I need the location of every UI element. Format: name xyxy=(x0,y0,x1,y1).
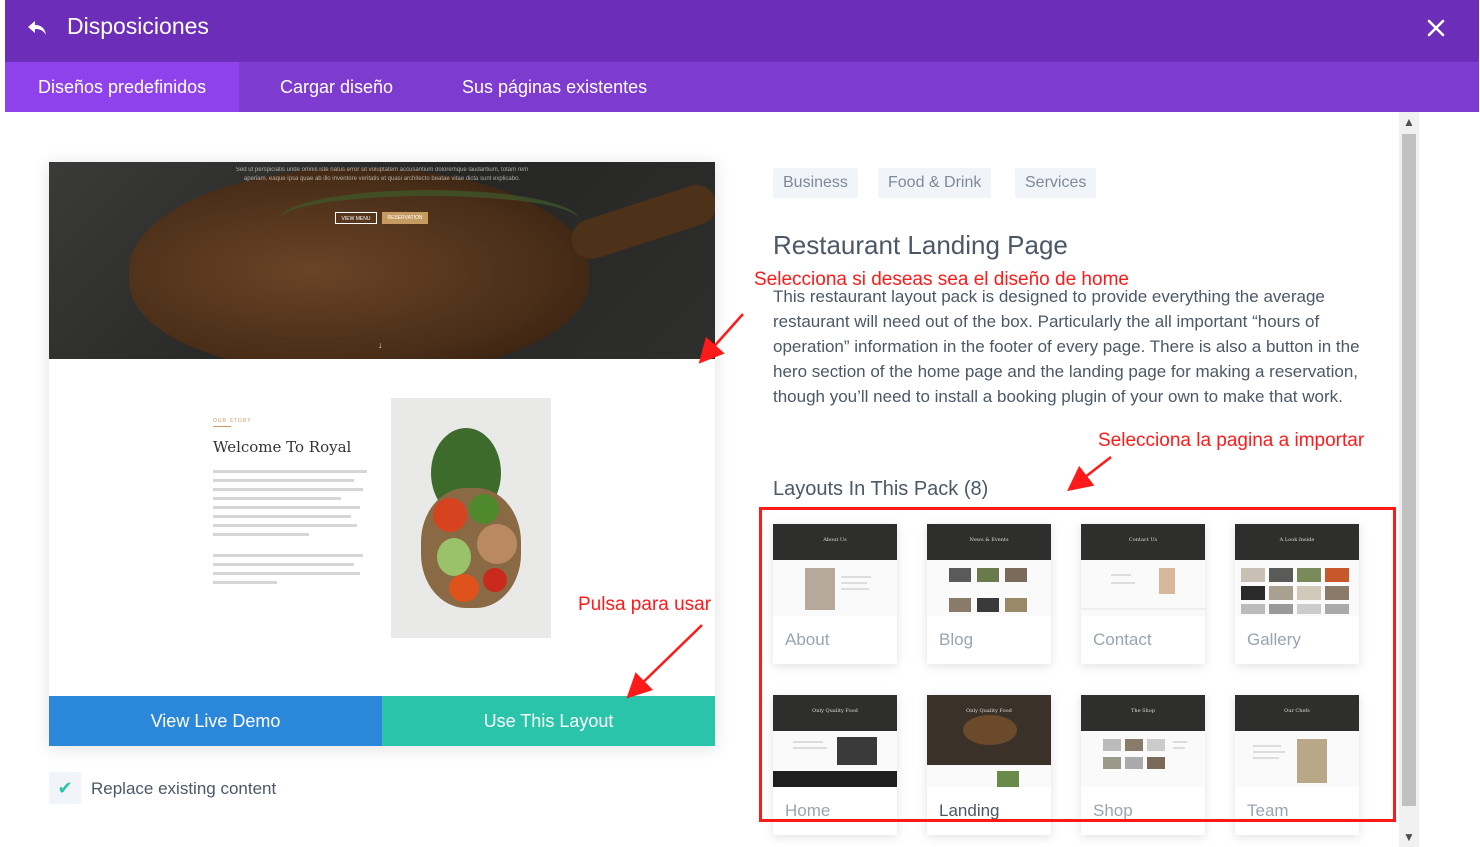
replace-content-label: Replace existing content xyxy=(91,779,277,798)
tag-food-drink[interactable]: Food & Drink xyxy=(878,168,992,198)
tab-bar: Diseños predefinidos Cargar diseño Sus p… xyxy=(5,62,1479,112)
replace-content-checkbox[interactable]: ✔ xyxy=(49,772,81,804)
herb-image xyxy=(279,190,579,250)
undo-arrow-icon[interactable] xyxy=(23,14,53,44)
down-arrow-icon: ↓ xyxy=(378,340,383,350)
layouts-modal: Disposiciones Diseños predefinidos Carga… xyxy=(5,0,1479,847)
tab-predefined-layouts[interactable]: Diseños predefinidos xyxy=(5,62,240,112)
preview-actions: View Live Demo Use This Layout xyxy=(49,696,715,746)
close-icon[interactable] xyxy=(1421,13,1451,43)
board-handle-image xyxy=(566,179,715,265)
layout-description: This restaurant layout pack is designed … xyxy=(773,287,1360,406)
modal-title: Disposiciones xyxy=(67,13,209,39)
annotation-home: Selecciona si deseas sea el diseño de ho… xyxy=(754,269,1129,290)
story-title: Welcome To Royal xyxy=(213,438,352,456)
checkmark-icon: ✔ xyxy=(57,778,73,798)
tag-services[interactable]: Services xyxy=(1015,168,1097,198)
scroll-up-arrow-icon[interactable]: ▲ xyxy=(1399,112,1419,132)
modal-content: Sed ut perspiciatis unde omnis iste natu… xyxy=(5,112,1479,847)
tab-load-layout[interactable]: Cargar diseño xyxy=(247,62,426,112)
layout-preview: Sed ut perspiciatis unde omnis iste natu… xyxy=(49,162,715,746)
scroll-down-arrow-icon[interactable]: ▼ xyxy=(1399,827,1419,847)
layout-title: Restaurant Landing Page xyxy=(773,230,1068,260)
annotation-import: Selecciona la pagina a importar xyxy=(1098,430,1365,451)
vegetable-basket-image xyxy=(391,398,551,638)
view-live-demo-button[interactable]: View Live Demo xyxy=(49,696,382,746)
hero-view-menu-button: VIEW MENU xyxy=(335,212,377,224)
story-body-text xyxy=(213,470,373,590)
annotation-use: Pulsa para usar xyxy=(578,594,712,615)
preview-hero: Sed ut perspiciatis unde omnis iste natu… xyxy=(49,162,715,359)
pack-title: Layouts In This Pack (8) xyxy=(773,478,989,500)
hero-text: Sed ut perspiciatis unde omnis iste natu… xyxy=(235,167,529,182)
modal-header: Disposiciones xyxy=(5,0,1479,62)
layouts-highlight-box xyxy=(759,507,1396,822)
hero-reservation-button: RESERVATION xyxy=(382,212,428,224)
tag-business[interactable]: Business xyxy=(773,168,858,198)
story-kicker: OUR STORY xyxy=(213,418,252,424)
tab-existing-pages[interactable]: Sus páginas existentes xyxy=(429,62,680,112)
scrollbar-thumb[interactable] xyxy=(1402,134,1416,806)
content-scrollbar[interactable]: ▲ ▼ xyxy=(1399,112,1419,847)
story-divider xyxy=(213,426,231,427)
use-this-layout-button[interactable]: Use This Layout xyxy=(382,696,715,746)
